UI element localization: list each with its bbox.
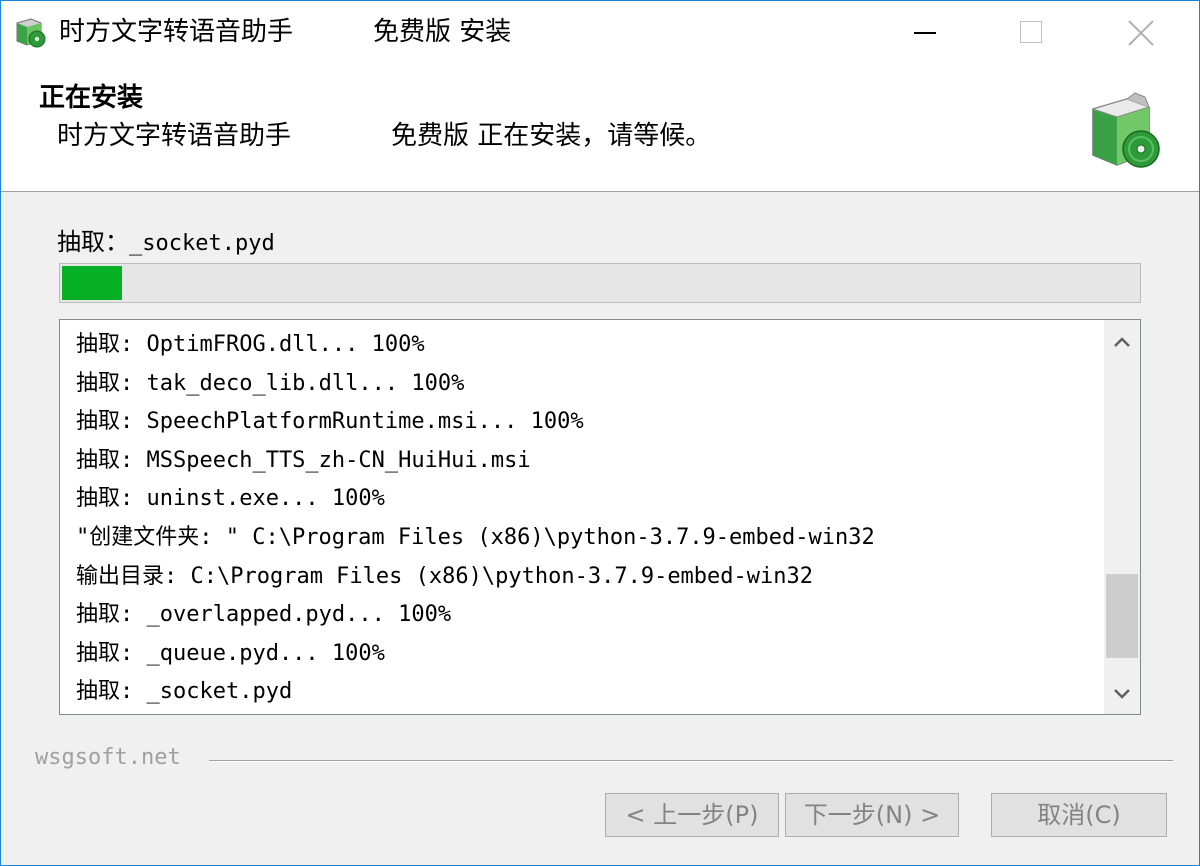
title-bar[interactable]: 时方文字转语音助手 免费版 安装 (1, 1, 1199, 65)
current-action-label: 抽取：_socket.pyd (57, 228, 275, 256)
installer-window: 时方文字转语音助手 免费版 安装 正在安装 时方文字转语音助手 免费版 正在安装，请… (0, 0, 1200, 866)
window-title: 时方文字转语音助手 免费版 安装 (59, 17, 512, 47)
brand-label: wsgsoft.net (35, 745, 181, 770)
scroll-thumb[interactable] (1106, 573, 1138, 659)
header-band: 正在安装 时方文字转语音助手 免费版 正在安装，请等候。 (1, 65, 1199, 192)
log-lines: 抽取: OptimFROG.dll... 100% 抽取: tak_deco_li… (76, 326, 1096, 712)
installer-box-cd-icon (1091, 92, 1160, 168)
installer-app-icon (16, 18, 46, 48)
install-progress-bar (59, 263, 1141, 303)
log-line: 抽取: MSSpeech_TTS_zh-CN_HuiHui.msi (76, 447, 531, 473)
log-line: 抽取: OptimFROG.dll... 100% (76, 332, 425, 357)
log-line: 抽取: uninst.exe... 100% (76, 486, 385, 512)
scroll-up-button[interactable] (1104, 324, 1140, 360)
install-log-list[interactable]: 抽取: OptimFROG.dll... 100% 抽取: tak_deco_li… (59, 319, 1141, 715)
minimize-icon (914, 32, 936, 34)
log-line: 抽取: _queue.pyd... 100% (76, 640, 385, 666)
maximize-button[interactable] (987, 1, 1077, 65)
close-button[interactable] (1097, 1, 1187, 65)
close-icon (1128, 20, 1154, 46)
back-button[interactable]: < 上一步(P) (605, 793, 779, 837)
log-line: "创建文件夹: " C:\Program Files (x86)\python-… (76, 524, 875, 550)
scroll-down-button[interactable] (1104, 676, 1140, 712)
progress-fill (62, 266, 123, 300)
page-subtitle: 时方文字转语音助手 免费版 正在安装，请等候。 (57, 121, 712, 151)
log-line: 抽取: SpeechPlatformRuntime.msi... 100% (76, 409, 584, 435)
page-title: 正在安装 (39, 83, 144, 113)
next-button[interactable]: 下一步(N) > (785, 793, 959, 837)
chevron-down-icon (1114, 689, 1130, 699)
minimize-button[interactable] (883, 1, 973, 65)
footer-divider (209, 760, 1173, 762)
cancel-button[interactable]: 取消(C) (991, 793, 1167, 837)
log-line: 抽取: _socket.pyd (76, 679, 293, 705)
log-line: 抽取: tak_deco_lib.dll... 100% (76, 370, 465, 396)
log-line: 抽取: _overlapped.pyd... 100% (76, 602, 452, 628)
maximize-icon (1020, 21, 1042, 43)
chevron-up-icon (1114, 337, 1130, 347)
log-line: 输出目录: C:\Program Files (x86)\python-3.7.… (76, 563, 814, 589)
log-scrollbar[interactable] (1104, 320, 1140, 714)
